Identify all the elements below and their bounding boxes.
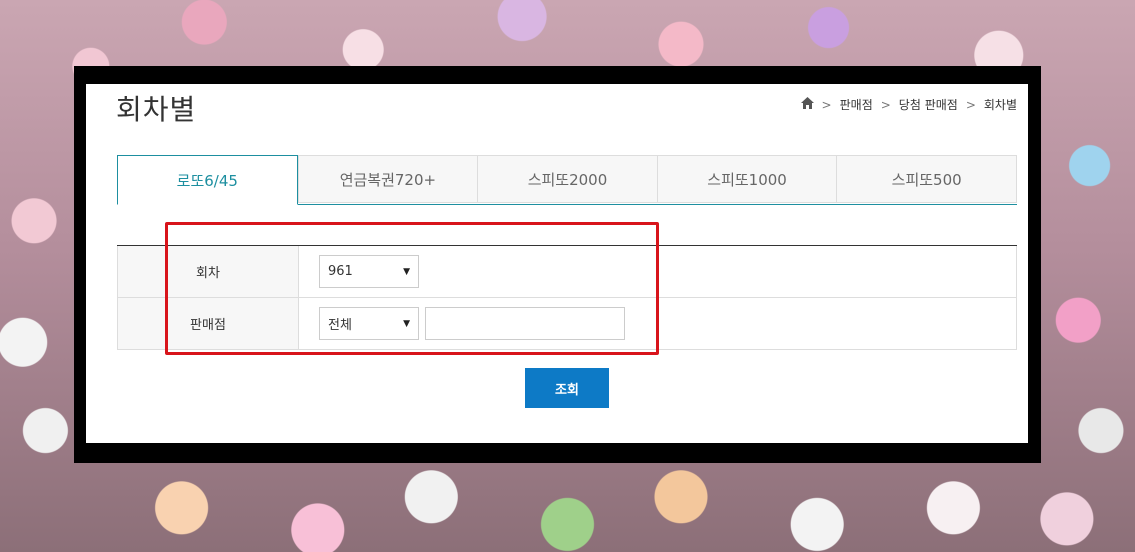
store-field: 전체 ▼ [299,298,1016,349]
breadcrumb-item-by-round[interactable]: 회차별 [984,96,1017,113]
search-form: 회차 961 ▼ 판매점 전체 ▼ [117,245,1017,350]
breadcrumb-item-winning-store[interactable]: 당첨 판매점 [899,96,958,113]
tab-lotto645[interactable]: 로또6/45 [117,155,298,205]
round-select[interactable]: 961 ▼ [319,255,419,288]
chevron-right-icon: > [880,97,891,112]
store-label: 판매점 [118,298,299,349]
tab-speetto2000[interactable]: 스피또2000 [477,155,657,203]
home-icon[interactable] [800,97,814,112]
store-row: 판매점 전체 ▼ [117,298,1017,350]
breadcrumb-item-store[interactable]: 판매점 [840,96,873,113]
page-title: 회차별 [116,93,197,126]
tab-speetto1000[interactable]: 스피또1000 [656,155,837,203]
round-label: 회차 [118,246,299,297]
store-select-value: 전체 [328,318,352,333]
breadcrumb: > 판매점 > 당첨 판매점 > 회차별 [800,96,1017,113]
product-tabs: 로또6/45 연금복권720+ 스피또2000 스피또1000 스피또500 [117,155,1017,205]
caret-down-icon: ▼ [403,318,410,329]
round-field: 961 ▼ [299,246,1016,297]
chevron-right-icon: > [965,97,976,112]
tab-pension720[interactable]: 연금복권720+ [297,155,478,203]
tab-speetto500[interactable]: 스피또500 [836,155,1017,203]
store-name-input[interactable] [425,307,625,340]
chevron-right-icon: > [821,97,832,112]
round-row: 회차 961 ▼ [117,246,1017,298]
search-button[interactable]: 조회 [525,368,609,408]
store-select[interactable]: 전체 ▼ [319,307,419,340]
caret-down-icon: ▼ [403,266,410,277]
round-select-value: 961 [328,264,353,279]
